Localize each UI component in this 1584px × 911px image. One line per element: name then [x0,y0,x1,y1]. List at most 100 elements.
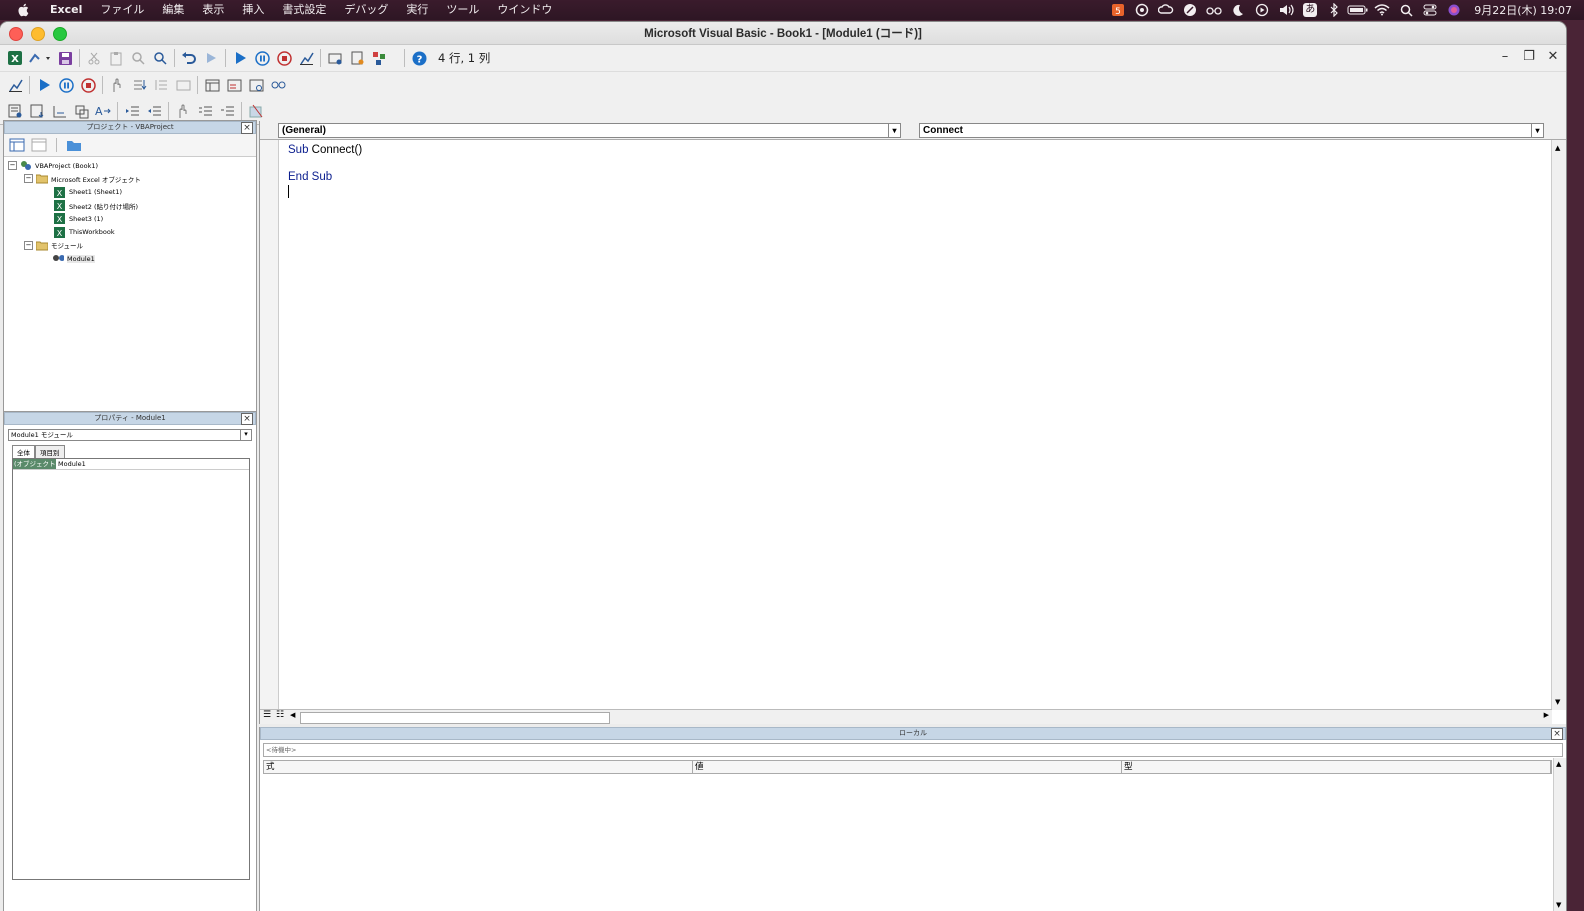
object-browser-icon[interactable] [368,47,390,69]
scroll-thumb[interactable] [300,712,610,724]
window-minimize-button[interactable] [31,27,45,41]
help-icon[interactable]: ? [408,47,430,69]
mdi-minimize-button[interactable]: – [1498,49,1512,64]
tree-item-excel-objects[interactable]: − Microsoft Excel オブジェクト [8,172,256,185]
pause-icon[interactable] [251,47,273,69]
view-object-icon[interactable] [30,137,48,153]
find-icon[interactable] [127,47,149,69]
chevron-down-icon[interactable]: ▾ [1531,123,1543,137]
chevron-down-icon[interactable]: ▾ [240,430,251,440]
watch-window-icon[interactable] [245,74,267,96]
list-properties-icon[interactable] [4,100,26,122]
design-mode-icon[interactable] [4,74,26,96]
menu-insert[interactable]: 挿入 [233,0,273,20]
scroll-up-icon[interactable]: ▲ [1555,144,1560,152]
save-icon[interactable] [54,47,76,69]
moon-icon[interactable] [1226,0,1250,20]
html5-icon[interactable]: 5 [1106,0,1130,20]
object-dropdown[interactable]: (General) ▾ [278,122,901,138]
tree-item-sheet2[interactable]: X Sheet2 (貼り付け場所) [8,199,256,212]
project-explorer-icon[interactable] [324,47,346,69]
toggle-breakpoint-icon[interactable] [172,100,194,122]
play-circle-icon[interactable] [1250,0,1274,20]
chevron-down-icon[interactable]: ▾ [888,123,900,137]
property-value[interactable]: Module1 [56,459,86,469]
close-icon[interactable]: × [241,122,253,134]
scroll-up-icon[interactable]: ▲ [1556,760,1561,768]
feather-icon[interactable] [1178,0,1202,20]
close-icon[interactable]: × [1551,728,1563,740]
quick-info-icon[interactable] [48,100,70,122]
scroll-down-icon[interactable]: ▼ [1555,698,1560,706]
column-value[interactable]: 値 [693,761,1122,773]
tree-item-thisworkbook[interactable]: X ThisWorkbook [8,225,256,238]
menu-edit[interactable]: 編集 [153,0,193,20]
run-icon[interactable] [33,74,55,96]
scroll-down-icon[interactable]: ▼ [1556,901,1561,909]
indent-icon[interactable] [121,100,143,122]
complete-word-icon[interactable]: A [92,100,114,122]
menu-debug[interactable]: デバッグ [335,0,397,20]
input-method-icon[interactable]: あ [1298,0,1322,20]
menu-view[interactable]: 表示 [193,0,233,20]
step-into-icon[interactable] [128,74,150,96]
mdi-restore-button[interactable]: ❐ [1522,49,1536,64]
horizontal-scrollbar[interactable]: ☰ ☷ ◀ ▶ [260,709,1552,724]
menu-file[interactable]: ファイル [91,0,153,20]
outdent-icon[interactable] [143,100,165,122]
column-type[interactable]: 型 [1122,761,1551,773]
volume-icon[interactable] [1274,0,1298,20]
excel-view-icon[interactable]: X [4,47,26,69]
glasses-icon[interactable] [1202,0,1226,20]
run-icon[interactable] [229,47,251,69]
uncomment-block-icon[interactable] [216,100,238,122]
menubar-clock[interactable]: 9月22日(木) 19:07 [1466,2,1584,18]
collapse-icon[interactable]: − [8,161,17,171]
properties-window-icon[interactable] [346,47,368,69]
find-next-icon[interactable] [149,47,171,69]
stop-icon[interactable] [273,47,295,69]
insert-object-icon[interactable] [26,47,54,69]
tab-alphabetic[interactable]: 全体 [12,445,35,458]
menu-format[interactable]: 書式設定 [273,0,335,20]
margin-indicator-bar[interactable] [260,140,279,710]
property-row[interactable]: (オブジェクト名) Module1 [13,459,249,478]
vertical-scrollbar[interactable]: ▲ ▼ [1551,140,1566,710]
window-close-button[interactable] [9,27,23,41]
menu-window[interactable]: ウインドウ [488,0,561,20]
collapse-icon[interactable]: − [24,174,33,184]
tab-categorized[interactable]: 項目別 [35,445,65,458]
collapse-icon[interactable]: − [24,240,33,250]
mdi-close-button[interactable]: ✕ [1546,49,1560,64]
spotlight-search-icon[interactable] [1394,0,1418,20]
close-icon[interactable]: × [241,413,253,425]
list-constants-icon[interactable] [26,100,48,122]
menu-app-excel[interactable]: Excel [41,0,91,20]
column-expression[interactable]: 式 [264,761,693,773]
tree-item-sheet1[interactable]: X Sheet1 (Sheet1) [8,186,256,199]
step-over-icon[interactable] [150,74,172,96]
tree-item-modules[interactable]: − モジュール [8,239,256,252]
apple-menu-icon[interactable] [15,2,31,18]
chatgpt-icon[interactable] [1130,0,1154,20]
cut-icon[interactable] [83,47,105,69]
paste-icon[interactable] [105,47,127,69]
redo-icon[interactable] [200,47,222,69]
creative-cloud-icon[interactable] [1154,0,1178,20]
full-module-view-icon[interactable]: ☷ [276,710,284,720]
wifi-icon[interactable] [1370,0,1394,20]
toggle-bookmark-icon[interactable] [245,100,267,122]
scroll-right-icon[interactable]: ▶ [1544,711,1549,719]
tree-item-module1[interactable]: Module1 [8,252,256,265]
design-mode-icon[interactable] [295,47,317,69]
menu-tools[interactable]: ツール [437,0,488,20]
procedure-dropdown[interactable]: Connect ▾ [919,122,1544,138]
siri-icon[interactable] [1442,0,1466,20]
view-code-icon[interactable] [8,137,26,153]
code-editor[interactable]: Sub Connect() End Sub [288,144,362,199]
locals-window-icon[interactable] [201,74,223,96]
toggle-breakpoint-icon[interactable] [106,74,128,96]
parameter-info-icon[interactable] [70,100,92,122]
bluetooth-icon[interactable] [1322,0,1346,20]
tree-item-vbaproject[interactable]: − VBAProject (Book1) [8,159,256,172]
